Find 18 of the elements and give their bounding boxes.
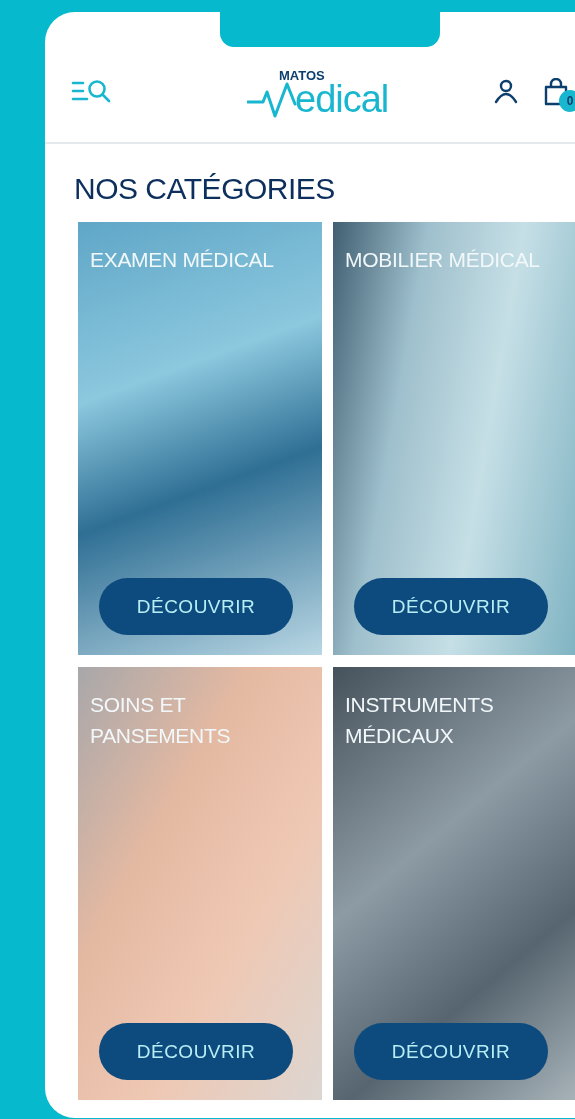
category-title: MOBILIER MÉDICAL bbox=[345, 247, 541, 273]
category-title: EXAMEN MÉDICAL bbox=[90, 247, 275, 273]
discover-button[interactable]: DÉCOUVRIR bbox=[354, 578, 548, 635]
category-title: INSTRUMENTS MÉDICAUX bbox=[345, 692, 495, 749]
discover-button[interactable]: DÉCOUVRIR bbox=[354, 1023, 548, 1080]
cart-count-badge: 0 bbox=[559, 90, 575, 112]
shopping-bag-icon[interactable] bbox=[543, 78, 569, 106]
logo-text: MATOS bbox=[279, 68, 325, 83]
discover-button[interactable]: DÉCOUVRIR bbox=[99, 578, 293, 635]
user-icon[interactable] bbox=[493, 78, 519, 104]
discover-button[interactable]: DÉCOUVRIR bbox=[99, 1023, 293, 1080]
category-card[interactable]: SOINS ET PANSEMENTS DÉCOUVRIR bbox=[78, 667, 322, 1100]
category-card[interactable]: MOBILIER MÉDICAL DÉCOUVRIR bbox=[333, 222, 575, 655]
brand-logo[interactable]: MATOS edical bbox=[247, 68, 409, 120]
category-title: SOINS ET PANSEMENTS bbox=[90, 692, 232, 749]
category-card[interactable]: INSTRUMENTS MÉDICAUX DÉCOUVRIR bbox=[333, 667, 575, 1100]
category-card[interactable]: EXAMEN MÉDICAL DÉCOUVRIR bbox=[78, 222, 322, 655]
section-title: NOS CATÉGORIES bbox=[74, 172, 336, 206]
